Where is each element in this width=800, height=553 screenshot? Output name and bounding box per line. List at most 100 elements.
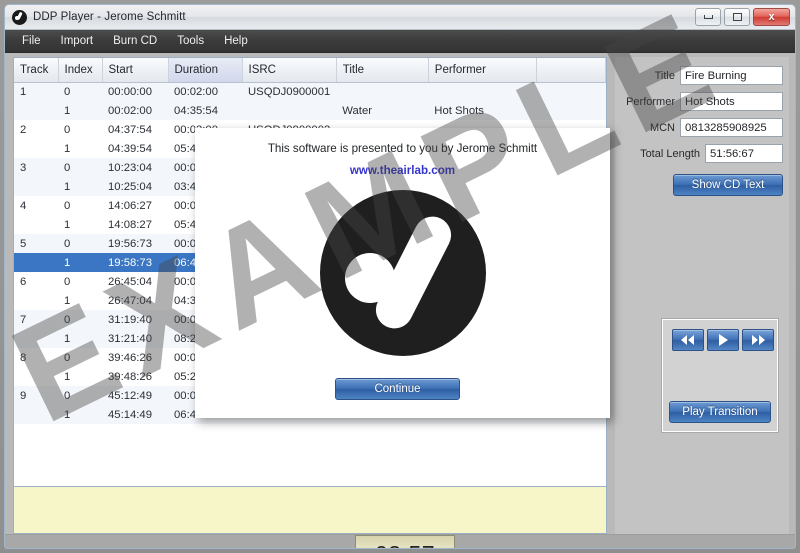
cell-index: 0 [64, 199, 71, 212]
cell-start: 04:39:54 [108, 142, 152, 155]
cell-start: 19:58:73 [102, 253, 168, 272]
column-header-title[interactable]: Title [336, 58, 429, 83]
cell-start: 26:45:04 [108, 275, 152, 288]
cell-start: 19:56:73 [102, 234, 168, 253]
menu-bar: File Import Burn CD Tools Help [5, 30, 795, 53]
cell-track [14, 291, 58, 310]
detail-field-row: Performer Hot Shots [615, 92, 783, 111]
maximize-button[interactable] [724, 8, 750, 26]
cell-start: 14:06:27 [108, 199, 152, 212]
detail-field-input[interactable]: Hot Shots [680, 92, 783, 111]
cell-isrc [242, 101, 337, 120]
cell-track: 2 [20, 123, 27, 136]
table-header-row: Track Index Start Duration ISRC Title Pe… [14, 58, 606, 83]
detail-field-label: Performer [626, 95, 675, 108]
cell-track [14, 101, 58, 120]
cell-track: 5 [14, 234, 58, 253]
cell-start: 45:12:49 [102, 386, 168, 405]
column-header-track[interactable]: Track [14, 58, 59, 83]
menu-item-import[interactable]: Import [51, 32, 104, 50]
play-icon [718, 334, 728, 346]
airlab-disc-logo [319, 190, 486, 356]
dialog-link[interactable]: www.theairlab.com [195, 164, 610, 177]
cell-start: 45:14:49 [102, 405, 168, 424]
cell-start: 00:00:00 [102, 82, 168, 101]
cell-index: 0 [58, 310, 102, 329]
column-header-isrc[interactable]: ISRC [242, 58, 337, 83]
cell-start: 31:19:40 [102, 310, 168, 329]
column-header-duration[interactable]: Duration [168, 58, 243, 83]
screen: DDP Player - Jerome Schmitt x File Impor… [0, 0, 800, 553]
play-button[interactable] [707, 329, 739, 351]
cell-index: 1 [58, 253, 102, 272]
dialog-message: This software is presented to you by Jer… [267, 142, 538, 155]
cell-isrc: USQDJ0900001 [242, 82, 337, 101]
notes-panel [13, 487, 607, 534]
cell-index: 1 [58, 101, 102, 120]
next-button[interactable] [742, 329, 774, 351]
column-header-performer[interactable]: Performer [428, 58, 537, 83]
cell-track: 4 [20, 199, 27, 212]
cell-start: 10:25:04 [102, 177, 168, 196]
show-cd-text-button[interactable]: Show CD Text [673, 174, 783, 196]
detail-field-row: Title Fire Burning [615, 66, 783, 85]
cell-index: 0 [58, 158, 102, 177]
details-panel: Title Fire Burning Performer Hot Shots MCN 08… [615, 57, 789, 534]
menu-item-burn-cd[interactable]: Burn CD [103, 32, 167, 50]
cell-track [14, 215, 58, 234]
cell-index: 1 [64, 218, 71, 231]
cell-track: 1 [14, 82, 58, 101]
close-button[interactable]: x [753, 8, 790, 26]
maximize-icon [732, 13, 742, 21]
cell-start: 04:37:54 [108, 123, 152, 136]
minimize-button[interactable] [695, 8, 721, 26]
cell-start: 26:47:04 [108, 294, 152, 307]
cell-start: 39:48:26 [108, 370, 152, 383]
detail-field-input[interactable]: 0813285908925 [680, 118, 783, 137]
table-row[interactable]: 1 0 00:00:00 00:02:00 USQDJ0900001 [14, 82, 606, 101]
minimize-icon [703, 15, 713, 19]
window-controls: x [695, 8, 790, 26]
cell-track: 8 [20, 351, 27, 364]
cell-title [336, 82, 429, 101]
cell-start: 39:46:26 [108, 351, 152, 364]
cell-index: 1 [64, 142, 71, 155]
cell-title: Water [336, 101, 429, 120]
detail-field-row: Total Length 51:56:67 [615, 144, 783, 163]
cell-index: 1 [64, 370, 71, 383]
table-row[interactable]: 1 00:02:00 04:35:54 Water Hot Shots [14, 101, 606, 120]
play-transition-button[interactable]: Play Transition [669, 401, 771, 423]
cell-duration: 04:35:54 [168, 101, 242, 120]
fast-forward-icon [752, 335, 765, 345]
detail-field-row: MCN 0813285908925 [615, 118, 783, 137]
menu-item-tools[interactable]: Tools [167, 32, 214, 50]
detail-field-label: Total Length [640, 147, 700, 160]
cell-start: 10:23:04 [102, 158, 168, 177]
cell-track: 6 [20, 275, 27, 288]
cell-index: 0 [64, 275, 71, 288]
cell-start: 31:21:40 [102, 329, 168, 348]
cell-start: 00:02:00 [102, 101, 168, 120]
cell-performer [428, 82, 537, 101]
transport-buttons [672, 329, 774, 351]
menu-item-help[interactable]: Help [214, 32, 258, 50]
cell-index: 0 [64, 123, 71, 136]
menu-item-file[interactable]: File [12, 32, 51, 50]
cell-index: 1 [58, 405, 102, 424]
detail-field-input[interactable]: Fire Burning [680, 66, 783, 85]
cell-track: 9 [14, 386, 58, 405]
close-icon: x [768, 10, 775, 23]
column-header-start[interactable]: Start [102, 58, 169, 83]
previous-button[interactable] [672, 329, 704, 351]
column-header-index[interactable]: Index [58, 58, 103, 83]
column-header-filler[interactable] [536, 58, 606, 83]
detail-field-label: MCN [649, 121, 675, 134]
detail-field-label: Title [654, 69, 675, 82]
rewind-icon [681, 335, 694, 345]
cell-index: 1 [58, 177, 102, 196]
cell-track [14, 253, 58, 272]
continue-button[interactable]: Continue [335, 378, 460, 400]
detail-field-input[interactable]: 51:56:67 [705, 144, 783, 163]
time-display: 03:57 [355, 535, 455, 548]
logo-dot [344, 253, 395, 303]
